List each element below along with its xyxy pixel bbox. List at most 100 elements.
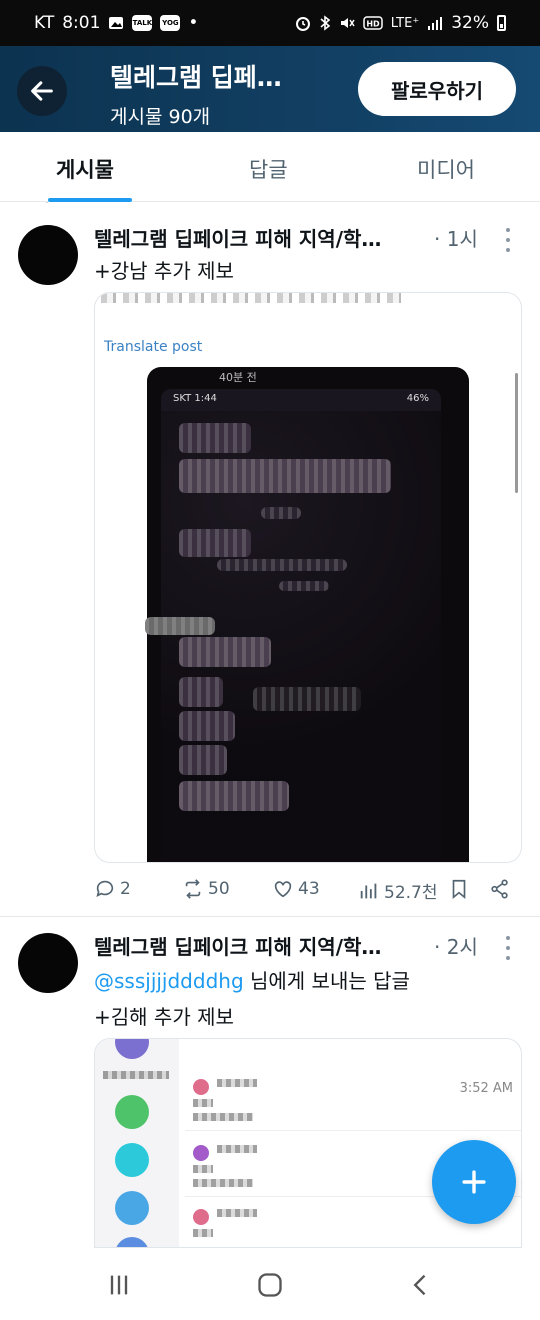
reply-button[interactable]: 2 — [94, 878, 131, 900]
retweet-icon — [185, 879, 201, 899]
post-media-image[interactable]: Translate post 40분 전 SKT 1:44 46% — [94, 292, 522, 863]
blurred-avatar — [115, 1191, 149, 1225]
retweet-button[interactable]: 50 — [182, 878, 230, 900]
chat-bubble — [179, 745, 227, 775]
chat-bubble — [179, 459, 391, 493]
phone-header: 40분 전 — [153, 367, 463, 391]
tab-posts[interactable]: 게시물 — [56, 154, 114, 184]
carrier-label: KT — [34, 13, 55, 33]
blurred-text — [217, 1145, 257, 1153]
home-button[interactable] — [255, 1270, 285, 1300]
blurred-sidebar — [95, 1039, 179, 1247]
post-actions: 2 50 43 52.7천 — [0, 870, 540, 910]
chat-bubble — [217, 559, 347, 571]
like-count: 43 — [298, 879, 320, 899]
signal-icon — [427, 15, 443, 31]
status-right: HD LTE⁺ 32% — [295, 13, 506, 33]
blurred-text — [103, 1071, 169, 1079]
system-nav-bar — [0, 1248, 540, 1320]
blurred-text — [217, 1209, 257, 1217]
view-count: 52.7천 — [384, 883, 438, 903]
chat-bubble — [179, 423, 251, 453]
blurred-text — [193, 1165, 213, 1173]
phone-battery: 46% — [406, 393, 429, 404]
blurred-text — [101, 293, 401, 303]
views-icon — [360, 883, 377, 898]
like-button[interactable]: 43 — [272, 878, 320, 900]
post-count: 게시물 90개 — [110, 106, 211, 128]
chat-bubble — [145, 617, 215, 635]
recent-apps-button[interactable] — [104, 1270, 134, 1300]
bluetooth-icon — [319, 15, 331, 31]
post-text: +강남 추가 제보 — [94, 259, 234, 283]
reply-context: @sssjjjjddddhg 님에게 보내는 답글 — [94, 965, 410, 994]
chat-bubble — [179, 781, 289, 811]
talk-icon: TALK — [132, 15, 153, 31]
post-author[interactable]: 텔레그램 딥페이크 피해 지역/학… — [94, 223, 381, 252]
post-text: +김해 추가 제보 — [94, 1005, 234, 1029]
media-scrollbar — [515, 373, 518, 493]
mention-link[interactable]: @sssjjjjddddhg — [94, 969, 244, 993]
tab-media[interactable]: 미디어 — [417, 154, 475, 184]
blurred-avatar — [115, 1237, 149, 1247]
status-left: KT 8:01 TALK YOG • — [34, 13, 198, 33]
chat-bubble — [261, 507, 301, 519]
tab-replies[interactable]: 답글 — [249, 154, 288, 184]
profile-title: 텔레그램 딥페… — [110, 63, 282, 92]
alarm-icon — [295, 15, 311, 31]
blurred-chat-row: 3:52 AM — [185, 1067, 521, 1131]
message-time: 3:52 AM — [459, 1081, 513, 1096]
more-options-icon[interactable] — [502, 936, 514, 960]
yogiyo-icon: YOG — [160, 15, 181, 31]
views-button[interactable]: 52.7천 — [358, 878, 438, 903]
reply-icon — [96, 880, 114, 897]
gallery-icon — [108, 16, 124, 30]
blurred-text — [193, 1099, 213, 1107]
profile-tabs: 게시물 답글 미디어 — [0, 132, 540, 202]
blurred-text — [217, 1079, 257, 1087]
reply-context-suffix: 님에게 보내는 답글 — [243, 969, 410, 993]
share-icon — [491, 879, 508, 899]
chat-bubble — [253, 687, 361, 711]
chat-area — [145, 411, 441, 862]
avatar[interactable] — [18, 225, 78, 285]
chat-bubble — [279, 581, 329, 591]
network-label: LTE⁺ — [390, 15, 420, 31]
svg-text:HD: HD — [366, 20, 380, 29]
bookmark-button[interactable] — [448, 878, 470, 900]
blurred-text — [193, 1113, 253, 1121]
back-button[interactable] — [17, 66, 67, 116]
blurred-avatar — [115, 1039, 149, 1059]
post-author[interactable]: 텔레그램 딥페이크 피해 지역/학… — [94, 931, 381, 960]
chat-bubble — [179, 677, 223, 707]
blurred-dot — [193, 1145, 209, 1161]
system-back-button[interactable] — [406, 1270, 436, 1300]
arrow-left-icon — [31, 81, 53, 101]
home-icon — [258, 1273, 282, 1297]
retweet-count: 50 — [208, 879, 230, 899]
chat-bubble — [179, 711, 235, 741]
phone-status-bar: SKT 1:44 46% — [161, 389, 441, 411]
heart-icon — [274, 881, 292, 898]
battery-percent: 32% — [451, 13, 489, 33]
translate-post-link[interactable]: Translate post — [104, 339, 202, 355]
notification-dot: • — [188, 13, 199, 33]
follow-button[interactable]: 팔로우하기 — [358, 62, 516, 116]
more-options-icon[interactable] — [502, 228, 514, 252]
share-button[interactable] — [489, 878, 511, 900]
battery-icon — [497, 15, 506, 31]
blurred-avatar — [115, 1143, 149, 1177]
compose-button[interactable] — [432, 1140, 516, 1224]
phone-header-time: 40분 전 — [219, 371, 257, 384]
mute-icon — [339, 15, 355, 31]
active-tab-indicator — [48, 198, 132, 202]
hd-icon: HD — [362, 16, 383, 30]
chat-bubble — [179, 529, 251, 557]
chevron-left-icon — [413, 1274, 426, 1296]
blurred-dot — [193, 1079, 209, 1095]
app-screen: KT 8:01 TALK YOG • HD LTE⁺ 32% 텔레그램 딥페… … — [0, 0, 540, 1320]
blurred-text — [193, 1229, 213, 1237]
avatar[interactable] — [18, 933, 78, 993]
reply-count: 2 — [120, 879, 131, 899]
phone-carrier: SKT 1:44 — [173, 393, 217, 404]
